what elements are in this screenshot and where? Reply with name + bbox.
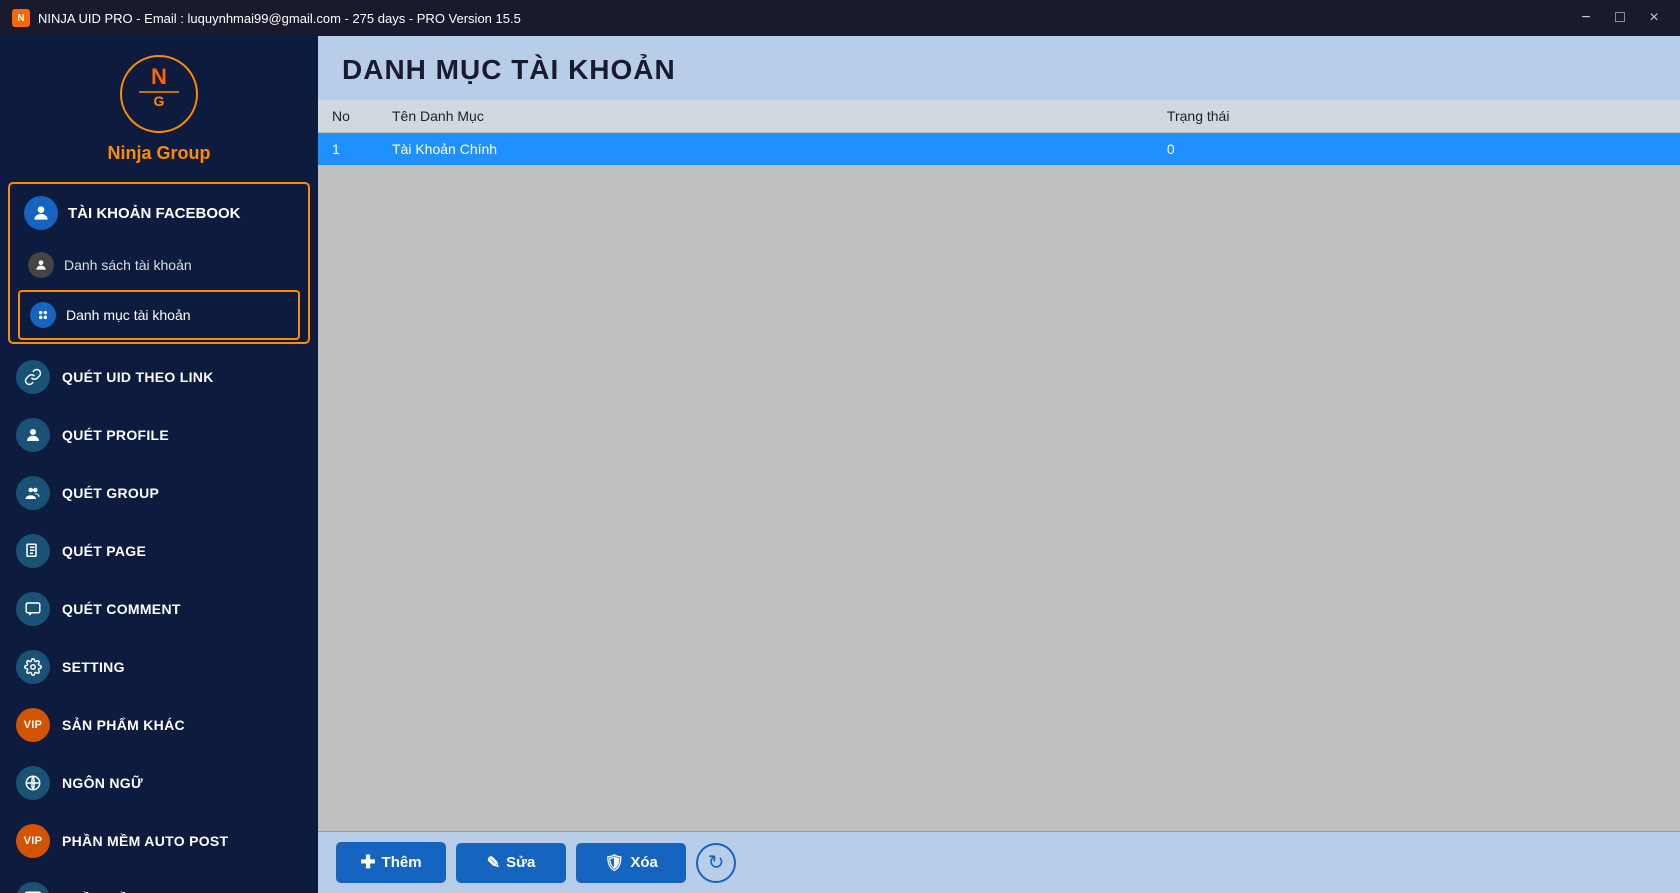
cell-trang-thai: 0 — [1153, 133, 1680, 166]
title-bar: N NINJA UID PRO - Email : luquynhmai99@g… — [0, 0, 1680, 36]
person-icon — [28, 252, 54, 278]
minimize-button[interactable]: − — [1572, 4, 1600, 32]
xoa-label: Xóa — [630, 854, 658, 871]
group-icon — [16, 476, 50, 510]
sidebar-item-quet-profile[interactable]: QUÉT PROFILE — [0, 406, 318, 464]
title-bar-text: NINJA UID PRO - Email : luquynhmai99@gma… — [38, 11, 521, 26]
refresh-icon: ↻ — [708, 850, 725, 875]
content-area: DANH MỤC TÀI KHOẢN No Tên Danh Mục Trạng… — [318, 36, 1680, 893]
ngon-ngu-label: NGÔN NGỮ — [62, 775, 143, 791]
facebook-section-label: TÀI KHOẢN FACEBOOK — [68, 205, 241, 222]
quet-profile-label: QUÉT PROFILE — [62, 427, 169, 443]
sidebar-item-quet-comment[interactable]: QUÉT COMMENT — [0, 580, 318, 638]
grid-icon — [30, 302, 56, 328]
danh-muc-label: Danh mục tài khoản — [66, 307, 191, 323]
facebook-section-title[interactable]: TÀI KHOẢN FACEBOOK — [10, 184, 308, 242]
san-pham-label: SẢN PHẨM KHÁC — [62, 717, 185, 733]
title-bar-left: N NINJA UID PRO - Email : luquynhmai99@g… — [12, 9, 521, 27]
sidebar-item-san-pham[interactable]: VIP SẢN PHẨM KHÁC — [0, 696, 318, 754]
refresh-button[interactable]: ↻ — [696, 843, 736, 883]
main-layout: N G Ninja Group TÀI KHOẢN FACEBOOK Danh — [0, 36, 1680, 893]
vip-icon-auto-post: VIP — [16, 824, 50, 858]
sidebar-item-ninja-care[interactable]: PHẦN MỀN NINJA CARE — [0, 870, 318, 893]
app-icon: N — [12, 9, 30, 27]
sua-button[interactable]: ✎ Sửa — [456, 843, 566, 883]
facebook-section: TÀI KHOẢN FACEBOOK Danh sách tài khoản D… — [8, 182, 310, 344]
sidebar-item-quet-page[interactable]: QUÉT PAGE — [0, 522, 318, 580]
sidebar-item-quet-uid[interactable]: QUÉT UID THEO LINK — [0, 348, 318, 406]
title-bar-controls: − □ × — [1572, 4, 1668, 32]
link-icon — [16, 360, 50, 394]
setting-label: SETTING — [62, 659, 125, 675]
sidebar-logo: N G Ninja Group — [0, 36, 318, 178]
close-button[interactable]: × — [1640, 4, 1668, 32]
table-container: No Tên Danh Mục Trạng thái 1 Tài Khoản C… — [318, 100, 1680, 831]
svg-text:N: N — [151, 64, 167, 89]
language-icon — [16, 766, 50, 800]
quet-comment-label: QUÉT COMMENT — [62, 601, 181, 617]
table-row[interactable]: 1 Tài Khoản Chính 0 — [318, 133, 1680, 166]
shield-icon: 🛡 — [604, 853, 624, 873]
table-body: 1 Tài Khoản Chính 0 — [318, 133, 1680, 166]
brand-name: Ninja Group — [108, 143, 211, 164]
comment-icon — [16, 592, 50, 626]
quet-group-label: QUÉT GROUP — [62, 485, 159, 501]
profile-icon — [16, 418, 50, 452]
plus-icon: ✚ — [360, 852, 375, 873]
cell-no: 1 — [318, 133, 378, 166]
them-label: Thêm — [382, 854, 422, 871]
sua-label: Sửa — [506, 854, 535, 871]
them-button[interactable]: ✚ Thêm — [336, 842, 446, 883]
maximize-button[interactable]: □ — [1606, 4, 1634, 32]
quet-uid-label: QUÉT UID THEO LINK — [62, 369, 214, 385]
ninja-group-logo: N G — [119, 54, 199, 139]
danh-muc-table: No Tên Danh Mục Trạng thái 1 Tài Khoản C… — [318, 100, 1680, 165]
cell-ten-danh-muc: Tài Khoản Chính — [378, 133, 1153, 166]
sidebar-item-danh-sach[interactable]: Danh sách tài khoản — [10, 242, 308, 288]
sidebar-item-danh-muc[interactable]: Danh mục tài khoản — [18, 290, 300, 340]
sidebar-item-setting[interactable]: SETTING — [0, 638, 318, 696]
table-header: No Tên Danh Mục Trạng thái — [318, 100, 1680, 133]
vip-icon-san-pham: VIP — [16, 708, 50, 742]
monitor-icon — [16, 882, 50, 893]
col-ten-danh-muc: Tên Danh Mục — [378, 100, 1153, 133]
sidebar-item-quet-group[interactable]: QUÉT GROUP — [0, 464, 318, 522]
col-trang-thai: Trạng thái — [1153, 100, 1680, 133]
page-title: DANH MỤC TÀI KHOẢN — [342, 54, 676, 85]
sidebar: N G Ninja Group TÀI KHOẢN FACEBOOK Danh — [0, 36, 318, 893]
quet-page-label: QUÉT PAGE — [62, 543, 146, 559]
sidebar-item-ngon-ngu[interactable]: NGÔN NGỮ — [0, 754, 318, 812]
bottom-toolbar: ✚ Thêm ✎ Sửa 🛡 Xóa ↻ — [318, 831, 1680, 893]
svg-text:G: G — [154, 93, 165, 109]
sidebar-item-auto-post[interactable]: VIP PHẦN MỀM AUTO POST — [0, 812, 318, 870]
facebook-icon — [24, 196, 58, 230]
page-icon — [16, 534, 50, 568]
danh-sach-label: Danh sách tài khoản — [64, 257, 192, 273]
edit-icon: ✎ — [487, 853, 500, 873]
xoa-button[interactable]: 🛡 Xóa — [576, 843, 686, 883]
gear-icon — [16, 650, 50, 684]
auto-post-label: PHẦN MỀM AUTO POST — [62, 833, 228, 849]
content-header: DANH MỤC TÀI KHOẢN — [318, 36, 1680, 100]
col-no: No — [318, 100, 378, 133]
